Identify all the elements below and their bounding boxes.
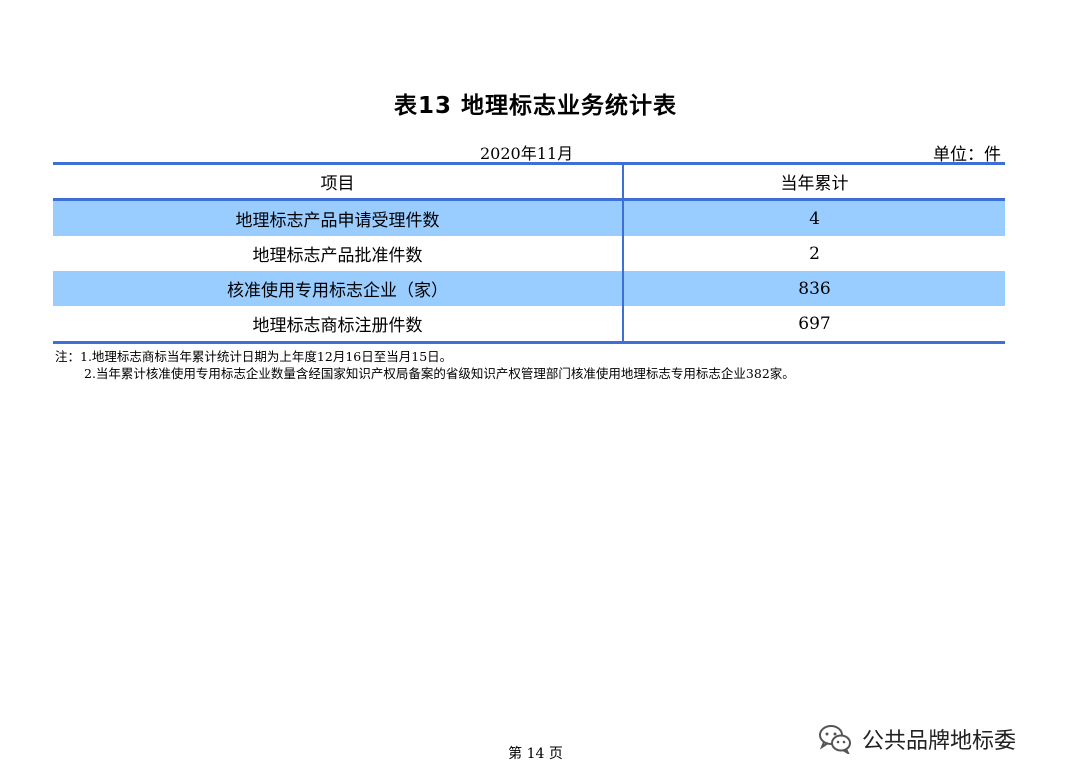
table-row: 核准使用专用标志企业（家） 836 (53, 271, 1005, 306)
table-row: 地理标志商标注册件数 697 (53, 306, 1005, 344)
table-row: 地理标志产品申请受理件数 4 (53, 199, 1005, 236)
row-value: 2 (623, 236, 1005, 271)
table-header-row: 项目 当年累计 (53, 162, 1005, 201)
watermark: 公共品牌地标委 (818, 723, 1017, 756)
row-value: 697 (623, 306, 1005, 344)
row-value: 4 (623, 199, 1005, 236)
row-item-label: 地理标志商标注册件数 (53, 306, 624, 344)
row-item-label: 地理标志产品申请受理件数 (53, 199, 624, 236)
watermark-text: 公共品牌地标委 (862, 729, 1017, 754)
wechat-icon (818, 724, 852, 756)
statistics-table: 项目 当年累计 地理标志产品申请受理件数 4 地理标志产品批准件数 2 核准使用… (53, 162, 1005, 344)
table-notes: 注：1.地理标志商标当年累计统计日期为上年度12月16日至当月15日。 2.当年… (55, 348, 795, 382)
row-item-label: 核准使用专用标志企业（家） (53, 271, 624, 306)
report-date: 2020年11月 (480, 144, 574, 163)
table-title: 表13 地理标志业务统计表 (393, 93, 677, 119)
column-header-item: 项目 (53, 162, 624, 201)
note-2: 2.当年累计核准使用专用标志企业数量含经国家知识产权局备案的省级知识产权管理部门… (84, 366, 795, 381)
table-row: 地理标志产品批准件数 2 (53, 236, 1005, 271)
note-1: 注：1.地理标志商标当年累计统计日期为上年度12月16日至当月15日。 (55, 349, 453, 364)
column-header-cumulative: 当年累计 (623, 162, 1005, 201)
row-value: 836 (623, 271, 1005, 306)
row-item-label: 地理标志产品批准件数 (53, 236, 624, 271)
